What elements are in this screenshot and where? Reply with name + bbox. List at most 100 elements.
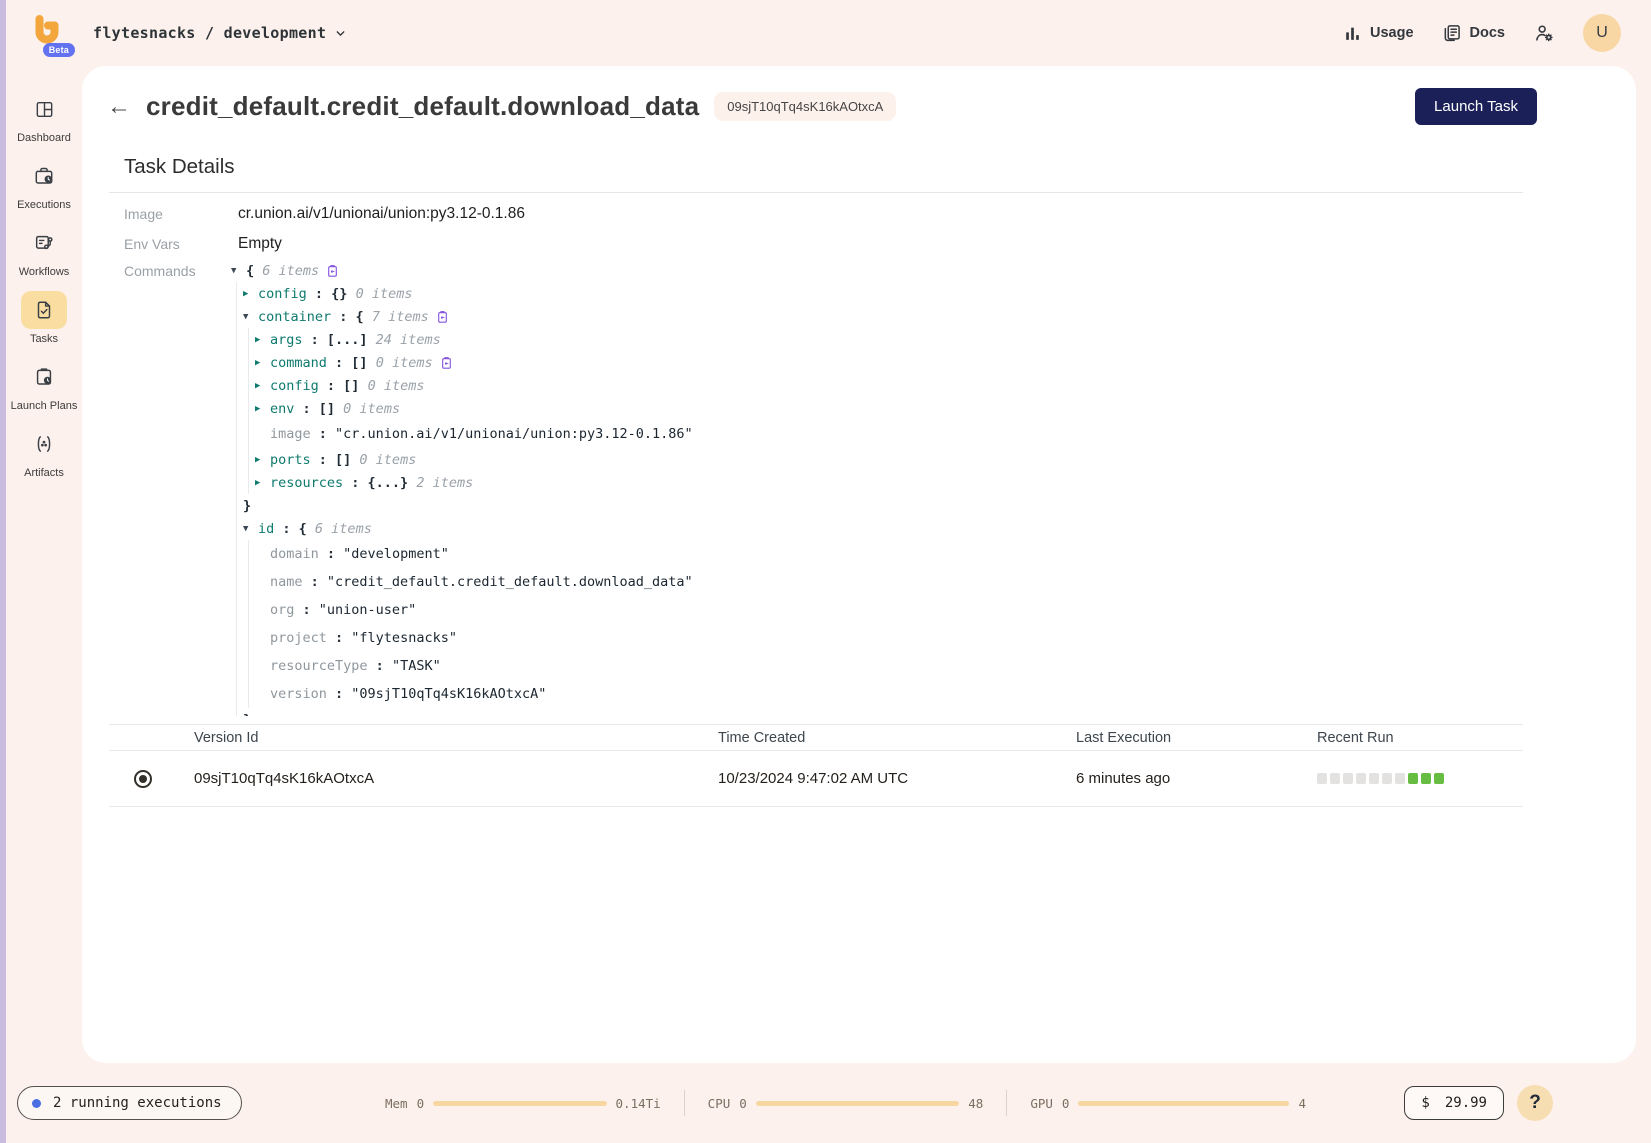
- tree-indent-guide: [243, 397, 255, 420]
- cost-currency: $: [1421, 1095, 1429, 1111]
- run-status-square-empty[interactable]: [1343, 773, 1353, 784]
- recent-run-cells: [1317, 773, 1523, 784]
- tree-item-count: 2 items: [408, 475, 473, 491]
- json-tree-line: ▶command : [] 0 items: [231, 351, 1523, 374]
- env-vars-value: Empty: [238, 235, 282, 253]
- sidebar-item-tasks[interactable]: Tasks: [8, 291, 80, 345]
- tree-indent-guide: [231, 448, 243, 471]
- json-tree-line: }: [231, 708, 1523, 716]
- tree-expand-arrow-icon[interactable]: ▶: [243, 289, 258, 299]
- tree-bracket: {: [299, 521, 307, 537]
- task-details-section: Task Details Image cr.union.ai/v1/uniona…: [82, 155, 1636, 807]
- tree-key: resources: [270, 475, 343, 491]
- copy-icon[interactable]: [326, 264, 339, 278]
- running-status-dot: [32, 1099, 41, 1108]
- tree-expand-arrow-icon[interactable]: ▶: [255, 358, 270, 368]
- tree-value: "development": [343, 546, 449, 562]
- tree-collapse-arrow-icon[interactable]: ▼: [243, 524, 258, 534]
- run-status-square-empty[interactable]: [1317, 773, 1327, 784]
- tree-bracket: {}: [331, 286, 347, 302]
- tree-collapse-arrow-icon[interactable]: ▼: [231, 266, 246, 276]
- gpu-gauge-label: GPU: [1030, 1096, 1053, 1111]
- tree-bracket: []: [343, 378, 359, 394]
- sidebar-item-launch-plans[interactable]: Launch Plans: [8, 358, 80, 412]
- sidebar-item-dashboard[interactable]: Dashboard: [8, 90, 80, 144]
- tree-indent-guide: [243, 328, 255, 351]
- json-tree-line: ▶ports : [] 0 items: [231, 448, 1523, 471]
- image-value: cr.union.ai/v1/unionai/union:py3.12-0.1.…: [238, 205, 525, 223]
- launch-task-button[interactable]: Launch Task: [1415, 88, 1537, 125]
- json-tree-line: ▶config : [] 0 items: [231, 374, 1523, 397]
- main-content-card: ← credit_default.credit_default.download…: [82, 66, 1636, 1063]
- tree-expand-arrow-icon[interactable]: ▶: [255, 335, 270, 345]
- tree-indent-guide: [231, 568, 243, 596]
- json-tree-line: project : "flytesnacks": [231, 624, 1523, 652]
- tree-item-count: 6 items: [307, 521, 372, 537]
- copy-icon[interactable]: [440, 356, 453, 370]
- json-tree-line: ▼container : { 7 items: [231, 305, 1523, 328]
- usage-label: Usage: [1370, 25, 1414, 41]
- cost-button[interactable]: $ 29.99: [1404, 1086, 1504, 1120]
- tree-key: project: [270, 630, 327, 646]
- union-logo[interactable]: Beta: [27, 12, 67, 54]
- tree-item-count: 24 items: [368, 332, 441, 348]
- tree-expand-arrow-icon[interactable]: ▶: [255, 381, 270, 391]
- usage-link[interactable]: Usage: [1343, 24, 1414, 43]
- run-status-square-empty[interactable]: [1369, 773, 1379, 784]
- gpu-gauge: GPU 0 4: [1030, 1096, 1306, 1111]
- tree-collapse-arrow-icon[interactable]: ▼: [243, 312, 258, 322]
- tree-key: resourceType: [270, 658, 368, 674]
- json-tree-line: ▶resources : {...} 2 items: [231, 471, 1523, 494]
- section-divider: [109, 192, 1523, 193]
- running-executions-pill[interactable]: 2 running executions: [17, 1086, 242, 1120]
- executions-icon: [21, 157, 67, 195]
- help-button[interactable]: ?: [1517, 1085, 1553, 1121]
- tree-value: "09sjT10qTq4sK16kAOtxcA": [351, 686, 546, 702]
- workflows-icon: [21, 224, 67, 262]
- sidebar-item-label: Tasks: [30, 333, 58, 345]
- sidebar-item-workflows[interactable]: Workflows: [8, 224, 80, 278]
- run-status-square-empty[interactable]: [1382, 773, 1392, 784]
- tree-indent-guide: [231, 494, 243, 517]
- project-domain-selector[interactable]: flytesnacks / development: [93, 24, 347, 42]
- column-time-created: Time Created: [718, 730, 1076, 746]
- sidebar-item-artifacts[interactable]: Artifacts: [8, 425, 80, 479]
- docs-icon: [1442, 23, 1462, 43]
- version-badge: 09sjT10qTq4sK16kAOtxcA: [714, 92, 896, 121]
- tree-indent-guide: [243, 374, 255, 397]
- tree-key: command: [270, 355, 327, 371]
- table-row[interactable]: 09sjT10qTq4sK16kAOtxcA 10/23/2024 9:47:0…: [109, 751, 1523, 807]
- run-status-square-success[interactable]: [1434, 773, 1444, 784]
- user-settings-button[interactable]: [1533, 22, 1555, 44]
- json-tree-line: }: [231, 494, 1523, 517]
- tree-bracket: {: [246, 263, 254, 279]
- gauge-divider: [684, 1090, 685, 1116]
- env-vars-row: Env Vars Empty: [109, 229, 1523, 259]
- json-tree-line: image : "cr.union.ai/v1/unionai/union:py…: [231, 420, 1523, 448]
- tree-expand-arrow-icon[interactable]: ▶: [255, 404, 270, 414]
- avatar[interactable]: U: [1583, 14, 1621, 52]
- tree-key: org: [270, 602, 294, 618]
- copy-icon[interactable]: [436, 310, 449, 324]
- run-status-square-success[interactable]: [1421, 773, 1431, 784]
- json-tree-line: ▶args : [...] 24 items: [231, 328, 1523, 351]
- tree-indent-guide: [231, 624, 243, 652]
- avatar-initial: U: [1596, 24, 1608, 42]
- docs-link[interactable]: Docs: [1442, 23, 1505, 43]
- cpu-gauge-bar: [756, 1101, 960, 1106]
- run-status-square-empty[interactable]: [1395, 773, 1405, 784]
- tree-key: image: [270, 426, 311, 442]
- dashboard-icon: [21, 90, 67, 128]
- run-status-square-success[interactable]: [1408, 773, 1418, 784]
- version-radio-selected[interactable]: [134, 770, 152, 788]
- run-status-square-empty[interactable]: [1330, 773, 1340, 784]
- sidebar-item-executions[interactable]: Executions: [8, 157, 80, 211]
- tree-expand-arrow-icon[interactable]: ▶: [255, 478, 270, 488]
- cpu-gauge-current: 0: [739, 1096, 747, 1111]
- run-status-square-empty[interactable]: [1356, 773, 1366, 784]
- back-button[interactable]: ←: [107, 95, 131, 119]
- tree-indent-guide: [243, 351, 255, 374]
- running-executions-label: 2 running executions: [53, 1095, 222, 1111]
- tree-expand-arrow-icon[interactable]: ▶: [255, 455, 270, 465]
- tree-indent-guide: [243, 596, 255, 624]
